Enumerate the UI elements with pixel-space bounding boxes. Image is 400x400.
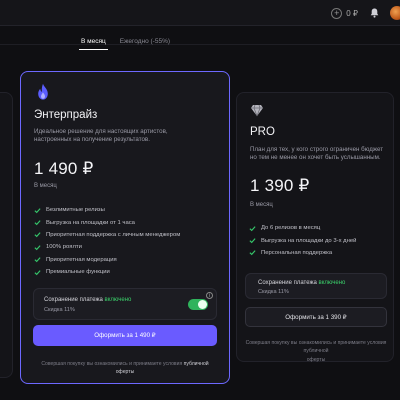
check-icon [34,257,41,263]
save-payment-box: Сохранение платежа включено Скидка 11% i [33,288,217,320]
legal-text: Совершая покупку вы ознакомились и прини… [41,361,183,367]
legal-line: Совершая покупку вы ознакомились и прини… [245,340,387,355]
check-icon [249,238,256,244]
feature-item: Выгрузка на площадки от 1 часа [34,216,180,228]
plan-card-enterprise: Энтерпрайз Идеальное решение для настоящ… [20,71,230,384]
avatar[interactable] [390,6,400,20]
plan-period: В месяц [250,202,273,208]
switch-knob [198,300,207,309]
plan-description-line: План для тех, у кого строго ограничен бю… [250,146,384,153]
plan-price: 1 490 ₽ [34,159,94,178]
legal-note: Совершая покупку вы ознакомились и прини… [27,360,223,377]
save-payment-label: Сохранение платежа включено [44,297,131,303]
feature-list: До 6 релизов в месяц Выгрузка на площадк… [249,222,356,259]
save-payment-box: Сохранение платежа включено Скидка 11% [245,273,387,299]
feature-label: Выгрузка на площадки от 1 часа [46,219,135,226]
check-icon [249,225,256,231]
legal-line: Совершая покупку вы ознакомились и прини… [27,360,223,368]
check-icon [249,250,256,256]
feature-item: Персональная поддержка [249,247,356,259]
feature-label: Приоритетная модерация [46,256,117,263]
tab-yearly[interactable]: Ежегодно (-55%) [118,36,172,50]
save-payment-switch[interactable] [188,299,208,310]
plan-period: В месяц [34,183,57,189]
plan-description-line: настроенных на получение результатов. [34,136,150,144]
info-icon[interactable]: i [206,292,213,299]
save-payment-text: Сохранение платежа [258,280,317,286]
feature-label: Выгрузка на площадки до 3-х дней [261,237,357,244]
balance: 0 ₽ [346,8,358,18]
feature-item: До 6 релизов в месяц [249,222,356,234]
feature-label: Приоритетная поддержка с личным менеджер… [46,231,181,238]
billing-period-toggle: В месяц Ежегодно (-55%) [79,36,172,50]
plan-name: Энтерпрайз [34,109,98,121]
feature-label: До 6 релизов в месяц [261,225,321,232]
save-payment-text: Сохранение платежа [44,297,103,303]
top-bar: + 0 ₽ [0,0,400,26]
feature-label: Безлимитные релизы [46,207,105,214]
feature-item: 100% роялти [34,241,180,253]
bell-icon[interactable] [368,7,380,19]
plan-price: 1 390 ₽ [250,176,310,195]
top-bar-actions: + 0 ₽ [331,3,400,23]
tab-monthly[interactable]: В месяц [79,36,108,50]
plus-circle-icon[interactable]: + [331,7,343,19]
check-icon [34,207,41,213]
legal-note: Совершая покупку вы ознакомились и прини… [241,339,391,364]
save-payment-status: включено [104,297,132,303]
subscribe-pro-button[interactable]: Оформить за 1 390 ₽ [245,307,387,327]
feature-label: Персональная поддержка [261,249,333,256]
save-payment-status: включено [318,280,346,286]
plan-description-line: Идеальное решение для настоящих артистов… [34,128,168,135]
plan-description: План для тех, у кого строго ограничен бю… [250,146,383,163]
check-icon [34,269,41,275]
flame-icon [35,83,51,106]
subscribe-enterprise-button[interactable]: Оформить за 1 490 ₽ [33,325,217,346]
offer-link[interactable]: оферты [27,368,223,376]
feature-item: Приоритетная поддержка с личным менеджер… [34,229,180,241]
discount-label: Скидка 11% [44,307,75,313]
plan-card-pro: PRO План для тех, у кого строго ограниче… [236,92,394,364]
offer-link[interactable]: публичной [184,361,209,367]
feature-label: 100% роялти [46,244,82,251]
plan-name: PRO [250,126,275,138]
feature-list: Безлимитные релизы Выгрузка на площадки … [34,204,180,278]
feature-item: Безлимитные релизы [34,204,180,216]
plan-description-line: но тем не менее он хочет быть услышанным… [250,154,381,162]
gem-icon [250,103,264,122]
divider [0,44,400,45]
plan-description: Идеальное решение для настоящих артистов… [34,128,168,145]
feature-item: Выгрузка на площадки до 3-х дней [249,234,356,246]
feature-item: Приоритетная модерация [34,254,180,266]
feature-label: Премиальные функции [46,269,110,276]
offer-link[interactable]: оферты [241,356,391,364]
check-icon [34,220,41,226]
feature-item: Премиальные функции [34,266,180,278]
discount-label: Скидка 11% [258,289,289,295]
check-icon [34,232,41,238]
check-icon [34,245,41,251]
save-payment-label: Сохранение платежа включено [258,280,345,286]
plan-card-previous [0,92,13,378]
